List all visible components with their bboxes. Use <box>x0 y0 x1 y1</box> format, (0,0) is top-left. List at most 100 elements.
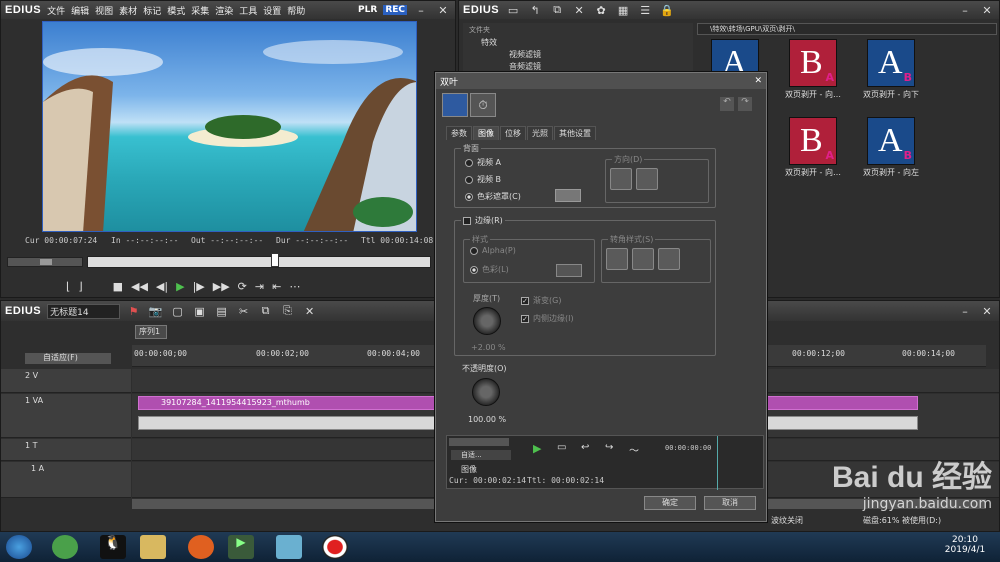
library-minimize-icon[interactable]: – <box>957 3 973 17</box>
radio-alpha[interactable]: Alpha(P) <box>470 246 516 255</box>
tab-image[interactable]: 图像 <box>473 126 499 140</box>
radio-color[interactable]: 色彩(L) <box>470 264 509 275</box>
tab-lighting[interactable]: 光照 <box>527 126 553 140</box>
stopwatch-icon[interactable]: ⏱ <box>470 93 496 117</box>
timeline-minimize-icon[interactable]: – <box>957 304 973 318</box>
corner-button[interactable] <box>658 248 680 270</box>
grid-icon[interactable]: ▦ <box>615 3 631 17</box>
overwrite-icon[interactable]: ⇤ <box>272 280 281 293</box>
gradient-checkbox[interactable]: ✓ 渐变(G) <box>521 295 561 306</box>
clock[interactable]: 20:10 2019/4/1 <box>940 535 990 555</box>
camera-icon[interactable]: 📷 <box>148 304 164 318</box>
browser-icon[interactable] <box>52 535 78 559</box>
mini-graph-icon[interactable]: 〜 <box>629 442 639 457</box>
plr-label[interactable]: PLR <box>358 5 377 15</box>
menu-item[interactable]: 设置 <box>263 7 281 17</box>
sequence-tab[interactable]: 序列1 <box>135 325 167 339</box>
lock-icon[interactable]: 🔒 <box>659 3 675 17</box>
thumbnail-label[interactable]: 双页剥开 - 向左 <box>863 167 919 178</box>
effect-thumbnail[interactable]: BA <box>789 117 837 165</box>
direction-button[interactable] <box>636 168 658 190</box>
menu-item[interactable]: 标记 <box>143 7 161 17</box>
dialog-close-icon[interactable]: ✕ <box>754 76 762 86</box>
mini-playhead[interactable] <box>717 436 729 490</box>
copy-icon[interactable]: ⧉ <box>258 304 274 318</box>
step-back-icon[interactable]: ◀| <box>156 280 168 293</box>
mark-out-icon[interactable]: ⌋ <box>78 280 82 293</box>
record-icon[interactable] <box>322 535 348 559</box>
mini-forward-icon[interactable]: ↪ <box>605 442 613 453</box>
close-icon[interactable]: ✕ <box>435 3 451 17</box>
menu-item[interactable]: 帮助 <box>287 7 305 17</box>
library-close-icon[interactable]: ✕ <box>979 3 995 17</box>
border-color-swatch[interactable] <box>556 264 582 277</box>
project-name[interactable]: 无标题14 <box>47 303 120 319</box>
ok-button[interactable]: 确定 <box>644 496 696 510</box>
tree-item-audio-filters[interactable]: 音频滤镜 <box>509 61 541 72</box>
new-icon[interactable]: ▢ <box>170 304 186 318</box>
effects-icon[interactable]: ✿ <box>593 3 609 17</box>
track-header-1a[interactable]: 1 A <box>1 462 131 498</box>
effect-thumbnail[interactable]: AB <box>867 39 915 87</box>
mini-back-icon[interactable]: ↩ <box>581 442 589 453</box>
thumbnail-label[interactable]: 双页剥开 - 向下 <box>863 89 919 100</box>
open-icon[interactable]: ▣ <box>192 304 208 318</box>
play-icon[interactable]: ▶ <box>176 280 184 293</box>
scissors-icon[interactable]: ✂ <box>236 304 252 318</box>
list-icon[interactable]: ☰ <box>637 3 653 17</box>
paste-icon[interactable]: ⎘ <box>280 304 296 318</box>
menu-item[interactable]: 渲染 <box>215 7 233 17</box>
menu-item[interactable]: 采集 <box>191 7 209 17</box>
minimize-icon[interactable]: – <box>413 3 429 17</box>
tab-other[interactable]: 其他设置 <box>554 126 596 140</box>
firefox-icon[interactable] <box>188 535 214 559</box>
cancel-button[interactable]: 取消 <box>704 496 756 510</box>
thickness-knob[interactable] <box>473 307 501 335</box>
track-header-2v[interactable]: 2 V <box>1 369 131 393</box>
new-sequence-icon[interactable]: ⚑ <box>126 304 142 318</box>
tab-displace[interactable]: 位移 <box>500 126 526 140</box>
autoscroll-dropdown[interactable]: 自适应(F) <box>25 353 111 364</box>
shuttle-slider[interactable] <box>7 257 83 267</box>
corner-button[interactable] <box>606 248 628 270</box>
fast-forward-icon[interactable]: ▶▶ <box>213 280 230 293</box>
step-forward-icon[interactable]: |▶ <box>193 280 205 293</box>
rec-label[interactable]: REC <box>383 5 407 15</box>
corner-button[interactable] <box>632 248 654 270</box>
folder-icon[interactable] <box>140 535 166 559</box>
effect-thumbnail[interactable]: BA <box>789 39 837 87</box>
mini-play-icon[interactable]: ▶ <box>533 442 541 455</box>
radio-video-a[interactable]: 视频 A <box>465 157 501 168</box>
menu-item[interactable]: 素材 <box>119 7 137 17</box>
start-icon[interactable] <box>6 535 32 559</box>
undo-icon[interactable]: ↶ <box>720 97 734 111</box>
thumbnail-label[interactable]: 双页剥开 - 向… <box>785 167 841 178</box>
folder-icon[interactable]: ▭ <box>505 3 521 17</box>
border-checkbox[interactable]: 边缘(R) <box>461 215 505 226</box>
radio-color-matte[interactable]: 色彩遮罩(C) <box>465 191 521 202</box>
menu-item[interactable]: 文件 <box>47 7 65 17</box>
app-icon[interactable] <box>276 535 302 559</box>
radio-video-b[interactable]: 视频 B <box>465 174 501 185</box>
thumbnail-label[interactable]: 双页剥开 - 向… <box>785 89 841 100</box>
inner-edge-checkbox[interactable]: ✓ 内侧边缘(I) <box>521 313 574 324</box>
mini-loop-icon[interactable]: ▭ <box>557 442 566 453</box>
save-icon[interactable]: ▤ <box>214 304 230 318</box>
tab-params[interactable]: 参数 <box>446 126 472 140</box>
redo-icon[interactable]: ↷ <box>738 97 752 111</box>
tree-item-effects[interactable]: 特效 <box>481 37 497 48</box>
menu-item[interactable]: 工具 <box>239 7 257 17</box>
insert-icon[interactable]: ⇥ <box>255 280 264 293</box>
edius-icon[interactable]: ▶ <box>228 535 254 559</box>
direction-button[interactable] <box>610 168 632 190</box>
color-swatch[interactable] <box>555 189 581 202</box>
stop-icon[interactable]: ■ <box>113 280 123 293</box>
track-header-1t[interactable]: 1 T <box>1 439 131 461</box>
effect-thumbnail[interactable]: AB <box>867 117 915 165</box>
loop-icon[interactable]: ⟳ <box>238 280 247 293</box>
mark-in-icon[interactable]: ⌊ <box>66 280 70 293</box>
mini-autoscroll[interactable]: 自适... <box>451 450 511 460</box>
rewind-icon[interactable]: ◀◀ <box>131 280 148 293</box>
menu-item[interactable]: 编辑 <box>71 7 89 17</box>
menu-item[interactable]: 模式 <box>167 7 185 17</box>
